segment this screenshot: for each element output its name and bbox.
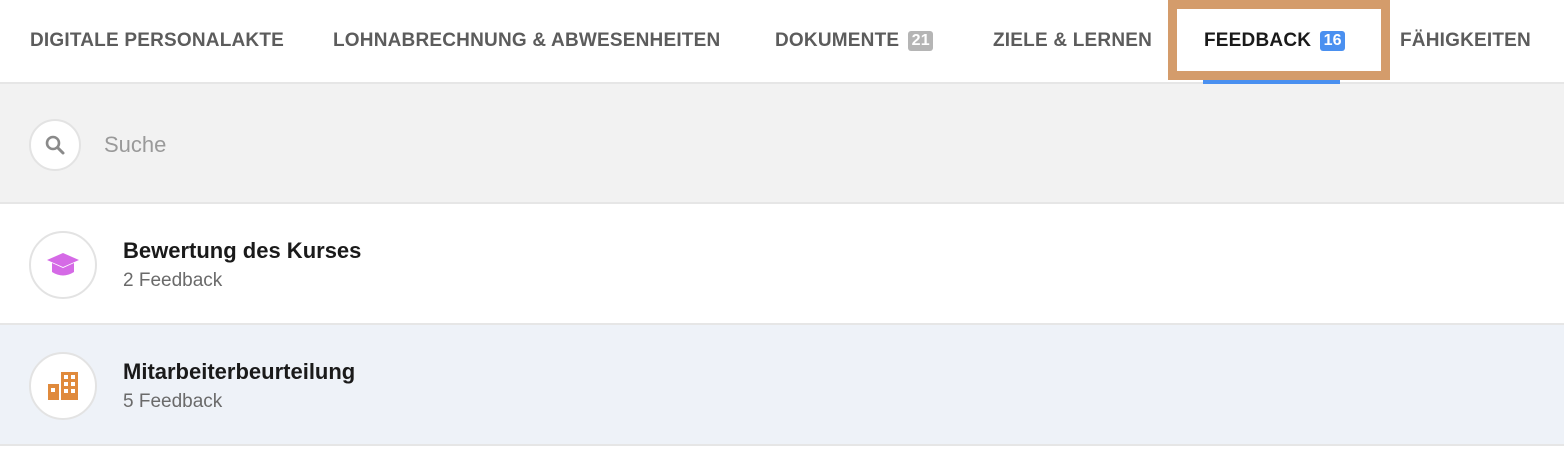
item-title: Bewertung des Kurses [123,238,362,263]
item-subtitle: 5 Feedback [123,391,223,412]
count-badge: 21 [908,31,934,51]
list-item[interactable]: Bewertung des Kurses 2 Feedback [0,204,1564,325]
tab-label: DIGITALE PERSONALAKTE [30,30,285,51]
tab-feedback[interactable]: FEEDBACK 16 [1204,0,1346,82]
graduation-cap-icon [29,231,97,299]
tab-label: LOHNABRECHNUNG & ABWESENHEITEN [333,30,721,51]
tab-bar: DIGITALE PERSONALAKTE LOHNABRECHNUNG & A… [0,0,1564,84]
tab-digitale-personalakte[interactable]: DIGITALE PERSONALAKTE [30,0,284,82]
tab-faehigkeiten[interactable]: FÄHIGKEITEN [1400,0,1531,82]
count-badge: 16 [1320,31,1346,51]
item-title: Mitarbeiterbeurteilung [123,359,356,384]
tab-label: ZIELE & LERNEN [993,30,1153,51]
tab-label: FEEDBACK [1204,30,1312,51]
search-icon[interactable] [29,119,81,171]
search-bar [0,84,1564,204]
tab-label: FÄHIGKEITEN [1400,30,1531,51]
tab-label: DOKUMENTE [775,30,900,51]
search-input[interactable] [104,124,1004,166]
tab-lohnabrechnung-abwesenheiten[interactable]: LOHNABRECHNUNG & ABWESENHEITEN [333,0,720,82]
building-icon [29,352,97,420]
tab-dokumente[interactable]: DOKUMENTE 21 [775,0,934,82]
tab-ziele-lernen[interactable]: ZIELE & LERNEN [993,0,1152,82]
item-subtitle: 2 Feedback [123,270,223,291]
list-item[interactable]: Mitarbeiterbeurteilung 5 Feedback [0,325,1564,446]
feedback-list: Bewertung des Kurses 2 Feedback Mitarbei… [0,204,1564,446]
